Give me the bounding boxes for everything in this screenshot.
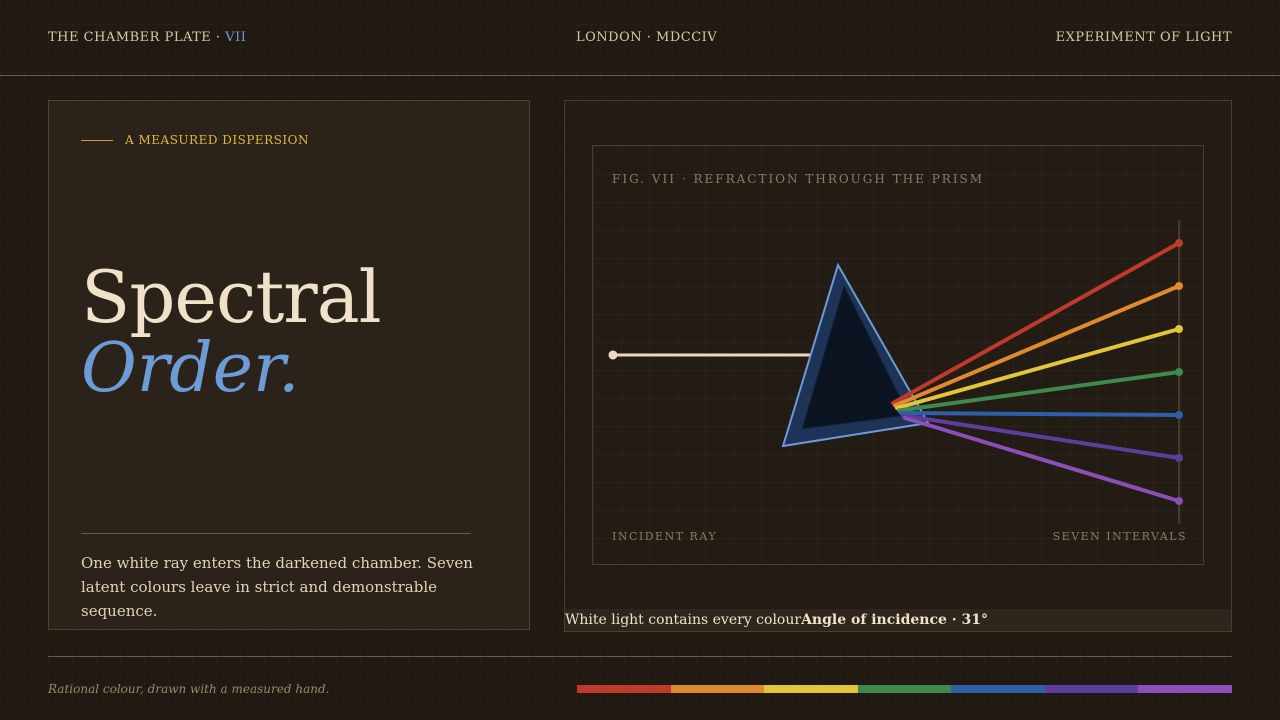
spectrum-segment-2 [670, 685, 765, 693]
spectrum-segment-7 [1138, 685, 1233, 693]
ray-endpoint-6 [1175, 454, 1183, 462]
ray-endpoint-4 [1175, 368, 1183, 376]
exit-rays [891, 239, 1183, 505]
ray-endpoint-2 [1175, 282, 1183, 290]
spectral-ray-7 [903, 416, 1181, 503]
title-line-2: Order. [81, 329, 300, 408]
intro-card: A MEASURED DISPERSION Spectral Order. On… [48, 100, 530, 630]
spectrum-bar [577, 685, 1233, 693]
ray-endpoint-5 [1175, 411, 1183, 419]
ray-endpoint-1 [1175, 239, 1183, 247]
title-line-1: Spectral [81, 255, 382, 339]
location-date: LONDON · MDCCIV [576, 30, 718, 45]
ray-endpoint-7 [1175, 497, 1183, 505]
spectral-ray-3 [895, 327, 1181, 410]
eyebrow-rule [81, 139, 113, 141]
figure-frame: FIG. VII · REFRACTION THROUGH THE PRISM … [592, 145, 1204, 565]
spectrum-segment-6 [1044, 685, 1139, 693]
figure-card: FIG. VII · REFRACTION THROUGH THE PRISM … [564, 100, 1232, 632]
incident-ray-label: INCIDENT RAY [612, 530, 718, 543]
eyebrow-text: A MEASURED DISPERSION [125, 133, 310, 147]
prism-diagram [608, 220, 1183, 524]
intro-description: One white ray enters the darkened chambe… [81, 554, 473, 620]
intro-divider [81, 533, 471, 534]
bottom-rule [48, 656, 1232, 657]
seven-intervals-label: SEVEN INTERVALS [1052, 530, 1187, 543]
incident-source-dot [608, 350, 618, 360]
angle-of-incidence: Angle of incidence · 31° [801, 612, 988, 628]
caption-bar: White light contains every colourAngle o… [565, 609, 1231, 631]
spectrum-segment-1 [577, 685, 671, 693]
eyebrow: A MEASURED DISPERSION [81, 133, 309, 147]
spectrum-segment-3 [764, 685, 858, 693]
spectral-ray-6 [901, 413, 1181, 460]
ray-endpoint-3 [1175, 325, 1183, 333]
spectrum-segment-4 [857, 685, 952, 693]
caption-text: White light contains every colour [565, 612, 802, 628]
spectral-ray-5 [899, 411, 1181, 417]
footer-note: Rational colour, drawn with a measured h… [48, 682, 330, 696]
plate-label: THE CHAMBER PLATE · VII [48, 30, 246, 45]
header-bar: THE CHAMBER PLATE · VII LONDON · MDCCIV … [0, 0, 1280, 76]
spectral-ray-2 [893, 284, 1181, 408]
plate-numeral: VII [225, 30, 247, 45]
experiment-title: EXPERIMENT OF LIGHT [1055, 30, 1232, 45]
spectrum-segment-5 [951, 685, 1045, 693]
plate-label-text: THE CHAMBER PLATE · [48, 30, 221, 45]
